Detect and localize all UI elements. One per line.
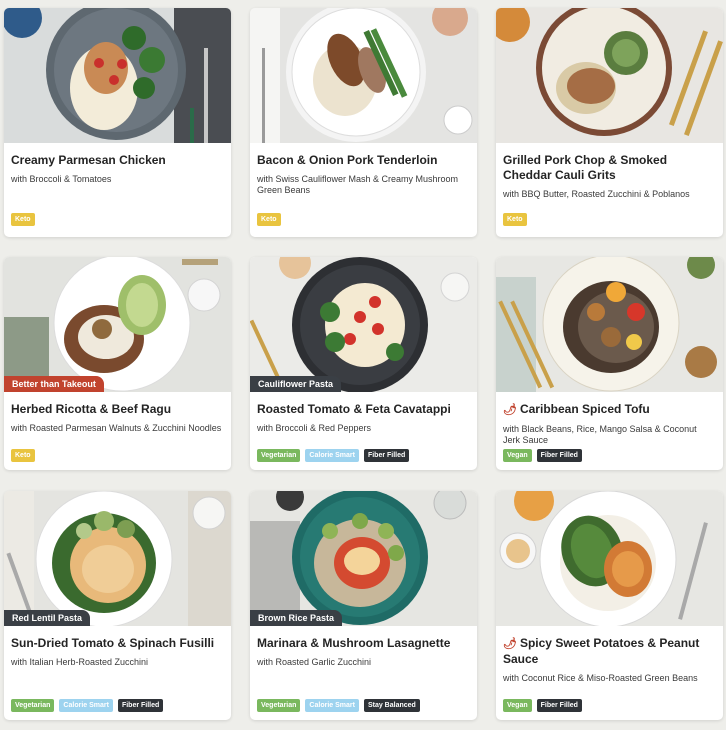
recipe-subtitle: with Broccoli & Tomatoes [11,174,112,184]
recipe-card[interactable]: Bacon & Onion Pork Tenderloin with Swiss… [250,8,477,237]
recipe-ribbon: Brown Rice Pasta [250,610,343,626]
recipe-title-text: Spicy Sweet Potatoes & Peanut Sauce [503,636,700,666]
recipe-tags: Vegan Fiber Filled [503,449,582,462]
recipe-image [496,257,723,392]
tag-calorie-smart: Calorie Smart [305,699,359,712]
recipe-title: Marinara & Mushroom Lasagnette [257,636,451,650]
tag-calorie-smart: Calorie Smart [59,699,113,712]
recipe-card[interactable]: 🌶 Caribbean Spiced Tofu with Black Beans,… [496,257,723,470]
recipe-tags: Vegan Fiber Filled [503,699,582,712]
tag-vegetarian: Vegetarian [257,449,301,462]
recipe-title: Creamy Parmesan Chicken [11,153,166,167]
recipe-title: 🌶 Spicy Sweet Potatoes & Peanut Sauce [503,636,716,667]
tag-stay-balanced: Stay Balanced [363,699,420,712]
tag-vegan: Vegan [503,699,532,712]
recipe-subtitle: with Broccoli & Red Peppers [257,423,372,433]
recipe-card[interactable]: Grilled Pork Chop & Smoked Cheddar Cauli… [496,8,723,237]
recipe-tags: Vegetarian Calorie Smart Fiber Filled [11,699,164,712]
recipe-image [496,491,723,626]
recipe-subtitle: with Roasted Parmesan Walnuts & Zucchini… [11,423,222,433]
recipe-card[interactable]: Better than Takeout Herbed Ricotta & Bee… [4,257,231,470]
recipe-image [496,8,723,143]
recipe-tags: Keto [11,213,35,226]
recipe-image: Better than Takeout [4,257,231,392]
recipe-title: Sun-Dried Tomato & Spinach Fusilli [11,636,215,650]
recipe-title: Bacon & Onion Pork Tenderloin [257,153,438,167]
tag-fiber-filled: Fiber Filled [363,449,410,462]
tag-keto: Keto [11,449,35,462]
recipe-title-text: Caribbean Spiced Tofu [519,402,650,416]
tag-calorie-smart: Calorie Smart [305,449,359,462]
recipe-subtitle: with Italian Herb-Roasted Zucchini [11,657,149,667]
recipe-card[interactable]: Creamy Parmesan Chicken with Broccoli & … [4,8,231,237]
recipe-ribbon: Cauliflower Pasta [250,376,342,392]
recipe-subtitle: with BBQ Butter, Roasted Zucchini & Pobl… [503,189,690,199]
tag-keto: Keto [257,213,281,226]
recipe-tags: Vegetarian Calorie Smart Stay Balanced [257,699,420,712]
tag-vegetarian: Vegetarian [257,699,301,712]
recipe-subtitle: with Swiss Cauliflower Mash & Creamy Mus… [257,174,459,195]
recipe-image [4,8,231,143]
recipe-tags: Keto [11,449,35,462]
recipe-title: Herbed Ricotta & Beef Ragu [11,402,172,416]
recipe-tags: Keto [257,213,281,226]
chili-pepper-icon: 🌶 [503,404,517,416]
recipe-subtitle: with Coconut Rice & Miso-Roasted Green B… [503,673,698,683]
recipe-ribbon: Red Lentil Pasta [4,610,91,626]
tag-keto: Keto [503,213,527,226]
recipe-card[interactable]: Cauliflower Pasta Roasted Tomato & Feta … [250,257,477,470]
recipe-subtitle: with Roasted Garlic Zucchini [257,657,372,667]
recipe-card[interactable]: 🌶 Spicy Sweet Potatoes & Peanut Sauce wit… [496,491,723,720]
tag-fiber-filled: Fiber Filled [117,699,164,712]
tag-fiber-filled: Fiber Filled [536,449,582,462]
recipe-tags: Vegetarian Calorie Smart Fiber Filled [257,449,410,462]
recipe-title: Grilled Pork Chop & Smoked Cheddar Cauli… [503,153,668,182]
recipe-card[interactable]: Brown Rice Pasta Marinara & Mushroom Las… [250,491,477,720]
recipe-title: 🌶 Caribbean Spiced Tofu [503,402,716,418]
recipe-card[interactable]: Red Lentil Pasta Sun-Dried Tomato & Spin… [4,491,231,720]
recipe-ribbon: Better than Takeout [4,376,104,392]
tag-vegetarian: Vegetarian [11,699,55,712]
recipe-subtitle: with Black Beans, Rice, Mango Salsa & Co… [503,424,697,445]
recipe-image [250,8,477,143]
recipe-tags: Keto [503,213,527,226]
recipe-image: Red Lentil Pasta [4,491,231,626]
tag-fiber-filled: Fiber Filled [536,699,582,712]
recipe-image: Brown Rice Pasta [250,491,477,626]
chili-pepper-icon: 🌶 [503,638,517,650]
tag-vegan: Vegan [503,449,532,462]
recipe-title: Roasted Tomato & Feta Cavatappi [257,402,451,416]
recipe-image: Cauliflower Pasta [250,257,477,392]
tag-keto: Keto [11,213,35,226]
recipe-grid: Creamy Parmesan Chicken with Broccoli & … [0,0,726,730]
